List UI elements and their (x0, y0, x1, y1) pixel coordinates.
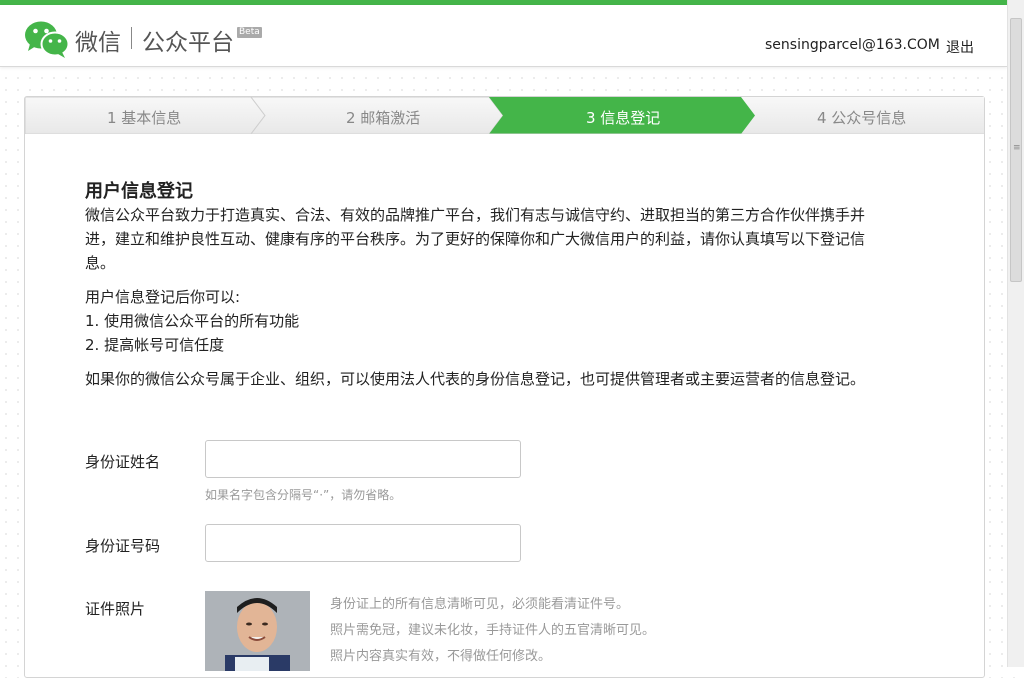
id-name-input[interactable] (205, 440, 521, 478)
beta-badge: Beta (237, 27, 262, 38)
user-email: sensingparcel@163.COM (765, 37, 940, 53)
benefit-1: 1. 使用微信公众平台的所有功能 (85, 312, 300, 330)
logout-link[interactable]: 退出 (946, 37, 974, 57)
intro-line-2: 进，建立和维护良性互动、健康有序的平台秩序。为了更好的保障你和广大微信用户的利益… (85, 230, 866, 248)
scrollbar-thumb[interactable]: ≡ (1010, 18, 1022, 282)
benefits-heading: 用户信息登记后你可以: (85, 288, 241, 306)
intro-line-3: 息。 (85, 254, 116, 272)
organization-note: 如果你的微信公众号属于企业、组织，可以使用法人代表的身份信息登记，也可提供管理者… (85, 370, 866, 388)
step-3-label: 3 信息登记 (586, 109, 661, 127)
id-photo-label: 证件照片 (85, 600, 146, 618)
person-photo-icon (205, 591, 310, 671)
photo-requirement-1: 身份证上的所有信息清晰可见，必须能看清证件号。 (330, 597, 630, 612)
site-header: 微信 公众平台 Beta sensingparcel@163.COM 退出 (0, 5, 1007, 67)
brand-divider (131, 27, 132, 49)
brand-name: 微信 (75, 30, 121, 56)
photo-requirement-3: 照片内容真实有效，不得做任何修改。 (330, 649, 552, 664)
step-4-label: 4 公众号信息 (817, 109, 907, 127)
intro-line-1: 微信公众平台致力于打造真实、合法、有效的品牌推广平台，我们有志与诚信守约、进取担… (85, 206, 866, 224)
step-1-label: 1 基本信息 (107, 109, 182, 127)
step-2-label: 2 邮箱激活 (346, 109, 421, 127)
wechat-logo-icon (25, 21, 70, 58)
id-photo-sample (205, 591, 310, 671)
photo-requirement-2: 照片需免冠，建议未化妆，手持证件人的五官清晰可见。 (330, 623, 656, 638)
page-scrollbar[interactable]: ≡ (1007, 0, 1024, 667)
section-title: 用户信息登记 (85, 181, 193, 202)
brand-platform: 公众平台 (142, 30, 234, 56)
id-number-input[interactable] (205, 524, 521, 562)
grip-icon: ≡ (1013, 143, 1021, 153)
id-name-hint: 如果名字包含分隔号“·”，请勿省略。 (205, 488, 402, 502)
id-name-label: 身份证姓名 (85, 453, 161, 471)
id-number-label: 身份证号码 (85, 537, 161, 555)
benefit-2: 2. 提高帐号可信任度 (85, 336, 225, 354)
